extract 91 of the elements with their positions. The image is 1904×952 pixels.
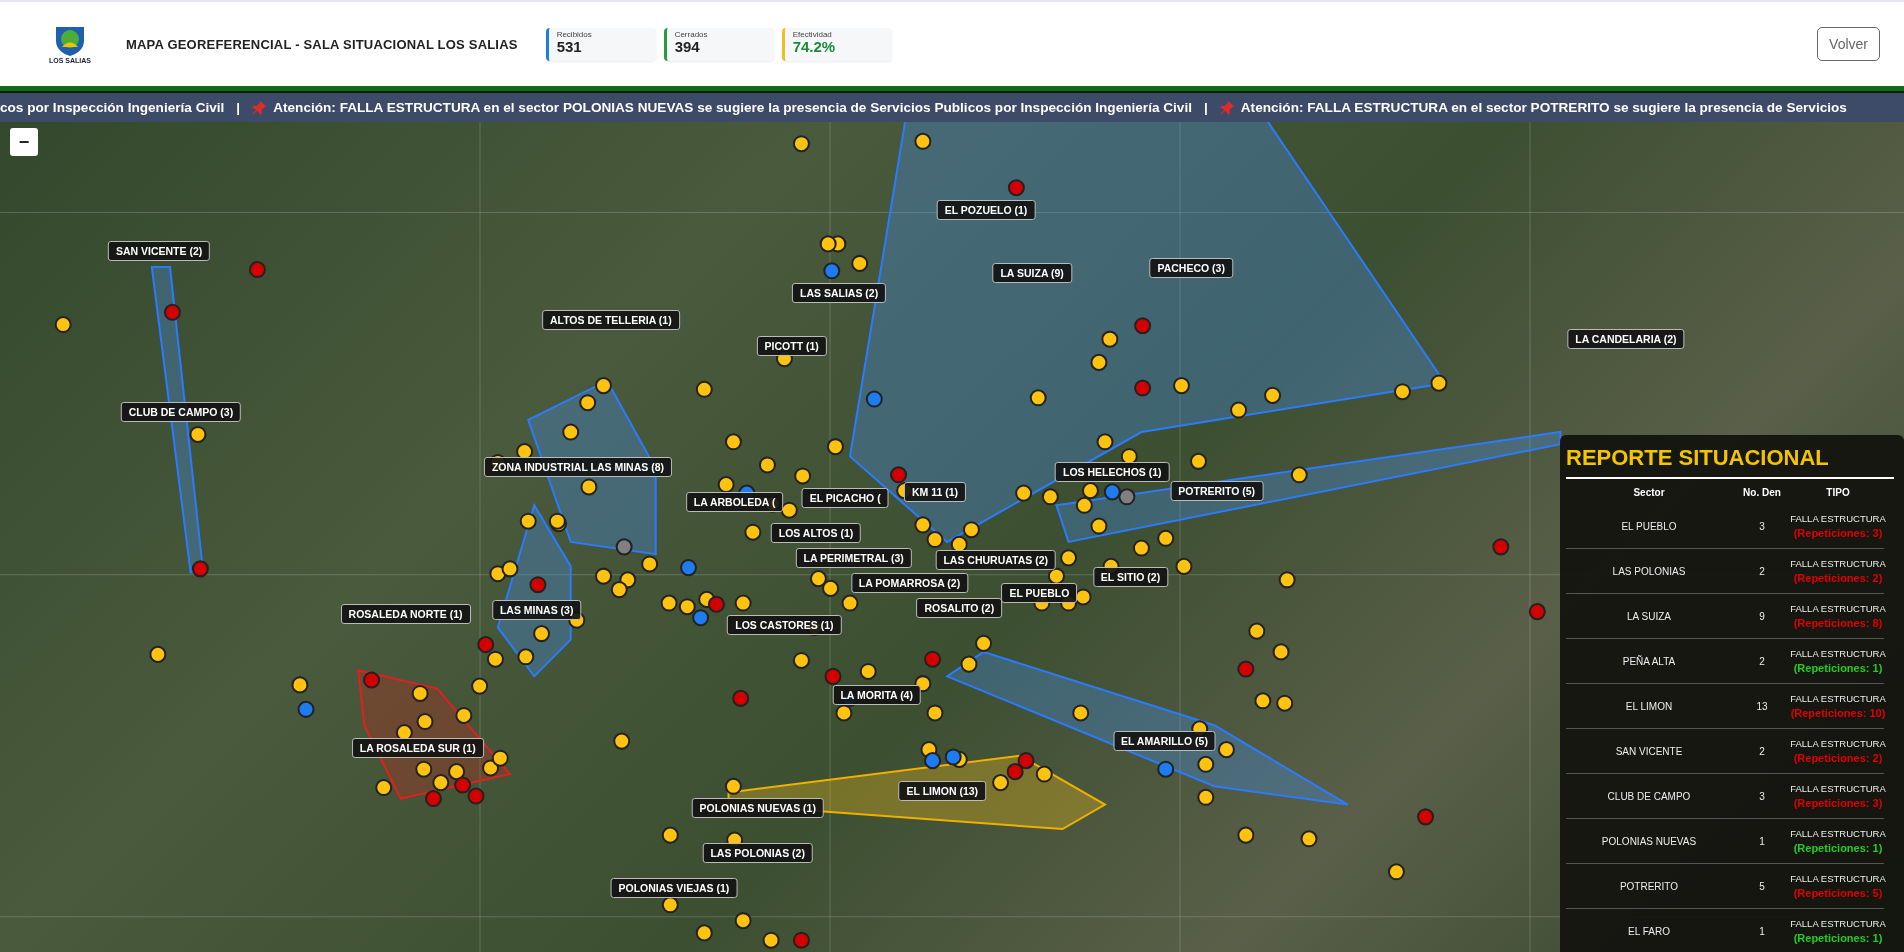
column-header: TIPO bbox=[1825, 486, 1851, 500]
sector-cell: EL LIMON bbox=[1566, 684, 1732, 729]
sector-label: LA ROSALEDA SUR (1) bbox=[351, 738, 484, 759]
sector-cell: EL FARO bbox=[1566, 909, 1732, 952]
sector-label: LOS CASTORES (1) bbox=[727, 615, 842, 635]
sector-label: ALTOS DE TELLERIA (1) bbox=[541, 309, 680, 330]
sector-label: KM 11 (1) bbox=[903, 481, 967, 502]
count-cell: 13 bbox=[1732, 684, 1792, 729]
repetitions-text: (Repeticiones: 3) bbox=[1793, 797, 1883, 809]
sector-label: LAS CHURUATAS (2) bbox=[935, 550, 1056, 571]
type-text: FALLA ESTRUCTURA bbox=[1790, 828, 1886, 839]
sector-label: LOS ALTOS (1) bbox=[770, 523, 862, 544]
count-cell: 9 bbox=[1732, 594, 1792, 639]
column-header: Sector bbox=[1632, 486, 1666, 500]
separator-text: | bbox=[236, 100, 241, 115]
stat-value: 531 bbox=[556, 38, 583, 54]
count-cell: 2 bbox=[1732, 549, 1792, 594]
sector-label: CLUB DE CAMPO (3) bbox=[120, 402, 242, 423]
type-text: FALLA ESTRUCTURA bbox=[1790, 693, 1886, 704]
repetitions-text: (Repeticiones: 3) bbox=[1793, 527, 1883, 539]
repetitions-text: (Repeticiones: 2) bbox=[1793, 752, 1883, 764]
sector-label: LAS SALIAS (2) bbox=[792, 282, 887, 303]
stat-label: Cerrados bbox=[674, 29, 709, 39]
sector-label: LAS POLONIAS (2) bbox=[702, 843, 813, 864]
sector-cell: POTRERITO bbox=[1566, 864, 1732, 909]
type-text: FALLA ESTRUCTURA bbox=[1790, 603, 1886, 614]
sector-label: POLONIAS VIEJAS (1) bbox=[610, 877, 738, 898]
sector-cell: LAS POLONIAS bbox=[1566, 549, 1732, 594]
sector-label: EL AMARILLO (5) bbox=[1113, 731, 1216, 752]
repetitions-text: (Repeticiones: 10) bbox=[1790, 707, 1886, 719]
sector-label: ZONA INDUSTRIAL LAS MINAS (8) bbox=[483, 457, 673, 478]
count-cell: 3 bbox=[1732, 774, 1792, 819]
count-cell: 3 bbox=[1732, 504, 1792, 549]
sector-label: EL POZUELO (1) bbox=[936, 199, 1036, 220]
stat-label: Efectividad bbox=[792, 29, 833, 39]
type-text: FALLA ESTRUCTURA bbox=[1790, 783, 1886, 794]
sector-label: POLONIAS NUEVAS (1) bbox=[691, 798, 824, 819]
sector-label: EL LIMON (13) bbox=[898, 781, 987, 802]
sector-label: LA PERIMETRAL (3) bbox=[795, 547, 912, 568]
ticker-message: Atención: FALLA ESTRUCTURA en el sector POLONIAS NUEVAS se sugiere la presencia de Servicios Publicos por Inspección Ingeniería Civil bbox=[273, 100, 1192, 115]
sector-label: LA SUIZA (9) bbox=[992, 263, 1072, 284]
column-header: No. Den bbox=[1742, 486, 1782, 500]
repetitions-text: (Repeticiones: 8) bbox=[1793, 617, 1883, 629]
sector-label: ROSALITO (2) bbox=[916, 597, 1003, 618]
repetitions-text: (Repeticiones: 1) bbox=[1793, 662, 1883, 674]
zoom-out-button[interactable]: − bbox=[10, 128, 38, 156]
repetitions-text: (Repeticiones: 1) bbox=[1793, 932, 1883, 944]
type-text: FALLA ESTRUCTURA bbox=[1790, 873, 1886, 884]
repetitions-text: (Repeticiones: 5) bbox=[1793, 887, 1883, 899]
sector-label: LA CANDELARIA (2) bbox=[1567, 329, 1685, 350]
shield-logo-icon bbox=[53, 24, 87, 57]
stat-value: 394 bbox=[674, 38, 701, 54]
repetitions-text: (Repeticiones: 2) bbox=[1793, 572, 1883, 584]
sector-label: SAN VICENTE (2) bbox=[107, 241, 211, 262]
type-text: FALLA ESTRUCTURA bbox=[1790, 648, 1886, 659]
sector-label: EL PICACHO ( bbox=[801, 487, 889, 508]
ticker-message: cos por Inspección Ingeniería Civil bbox=[0, 100, 225, 115]
stat-label: Recibidos bbox=[556, 29, 593, 39]
sector-label: EL SITIO (2) bbox=[1092, 567, 1169, 588]
count-cell: 2 bbox=[1732, 639, 1792, 684]
sector-label: ROSALEDA NORTE (1) bbox=[340, 604, 471, 625]
type-text: FALLA ESTRUCTURA bbox=[1790, 513, 1886, 524]
sector-label: LA ARBOLEDA ( bbox=[685, 491, 784, 512]
sector-label: PACHECO (3) bbox=[1149, 258, 1233, 279]
sector-cell: LA SUIZA bbox=[1566, 594, 1732, 639]
sector-label: LOS HELECHOS (1) bbox=[1055, 462, 1170, 483]
sector-label: LA POMARROSA (2) bbox=[850, 573, 969, 594]
type-text: FALLA ESTRUCTURA bbox=[1790, 918, 1886, 929]
count-cell: 5 bbox=[1732, 864, 1792, 909]
stat-value: 74.2% bbox=[792, 38, 837, 54]
sector-label: LA MORITA (4) bbox=[832, 684, 921, 705]
type-text: FALLA ESTRUCTURA bbox=[1790, 738, 1886, 749]
ticker-message: Atención: FALLA ESTRUCTURA en el sector POTRERITO se sugiere la presencia de Servicios bbox=[1240, 100, 1847, 115]
page-title: MAPA GEOREFERENCIAL - SALA SITUACIONAL LOS SALIAS bbox=[126, 36, 518, 52]
report-title: REPORTE SITUACIONAL bbox=[1566, 445, 1894, 479]
back-button[interactable]: Volver bbox=[1817, 27, 1880, 61]
sector-cell: EL PUEBLO bbox=[1566, 504, 1732, 549]
sector-cell: PEÑA ALTA bbox=[1566, 639, 1732, 684]
sector-label: LAS MINAS (3) bbox=[491, 600, 582, 621]
count-cell: 1 bbox=[1732, 909, 1792, 952]
sector-cell: SAN VICENTE bbox=[1566, 729, 1732, 774]
sector-label: POTRERITO (5) bbox=[1170, 480, 1264, 501]
separator-text: | bbox=[1204, 100, 1208, 115]
sector-label: PICOTT (1) bbox=[756, 336, 827, 357]
count-cell: 2 bbox=[1732, 729, 1792, 774]
type-text: FALLA ESTRUCTURA bbox=[1790, 558, 1886, 569]
count-cell: 1 bbox=[1732, 819, 1792, 864]
sector-label: EL PUEBLO bbox=[1001, 583, 1078, 604]
repetitions-text: (Repeticiones: 1) bbox=[1793, 842, 1883, 854]
sector-cell: POLONIAS NUEVAS bbox=[1566, 819, 1732, 864]
sector-cell: CLUB DE CAMPO bbox=[1566, 774, 1732, 819]
